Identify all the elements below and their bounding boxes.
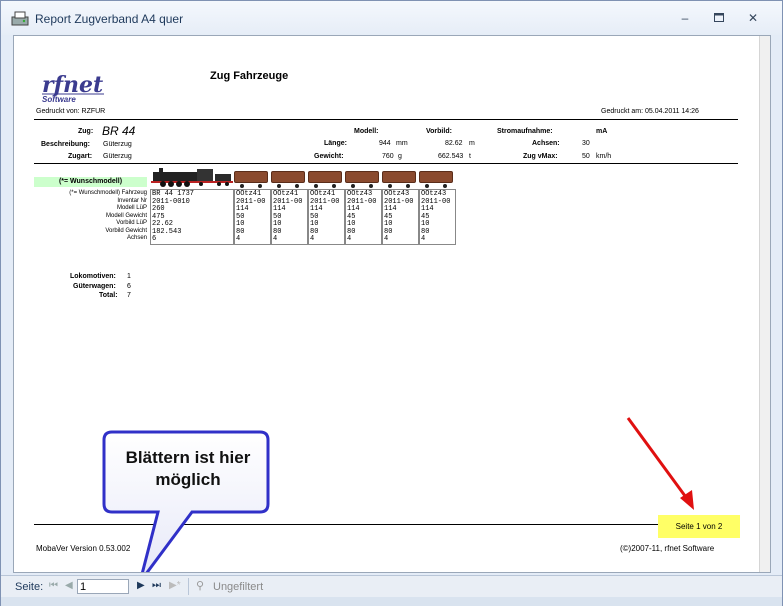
header-divider bbox=[34, 119, 738, 120]
freight-wagon-icon bbox=[234, 171, 268, 183]
wagon-wheel-icon bbox=[314, 184, 318, 188]
zugart-label: Zugart: bbox=[68, 153, 93, 160]
gewicht-modell: 760 bbox=[382, 153, 394, 160]
modell-label: Modell: bbox=[354, 128, 379, 135]
callout-text-line1: Blättern ist hier bbox=[125, 448, 251, 467]
wagon-wheel-icon bbox=[240, 184, 244, 188]
gueter-value: 6 bbox=[127, 283, 131, 290]
table-cell: 4 bbox=[236, 235, 241, 243]
table-cell: 4 bbox=[347, 235, 352, 243]
status-strip bbox=[1, 597, 782, 606]
page-input[interactable]: 1 bbox=[80, 581, 86, 593]
new-page-icon[interactable]: ▶* bbox=[169, 580, 181, 591]
gewicht-vorbild: 662.543 bbox=[438, 153, 464, 160]
wagon-wheel-icon bbox=[277, 184, 281, 188]
table-cell: 4 bbox=[273, 235, 278, 243]
table-cell: 4 bbox=[384, 235, 389, 243]
zug-label: Zug: bbox=[78, 128, 94, 135]
wagon-wheel-icon bbox=[406, 184, 410, 188]
prev-page-icon[interactable]: ◀ bbox=[65, 580, 73, 591]
vmax-label: Zug vMax: bbox=[523, 153, 558, 160]
beschreibung-value: Güterzug bbox=[103, 141, 132, 148]
row-label: Vorbild LüP bbox=[116, 220, 147, 226]
svg-text:Software: Software bbox=[42, 95, 76, 104]
wagon-wheel-icon bbox=[425, 184, 429, 188]
locomotive-icon bbox=[151, 168, 233, 187]
wunsch-banner: (*= Wunschmodell) bbox=[34, 177, 147, 187]
row-label: Inventar Nr bbox=[117, 197, 147, 204]
gueter-label: Güterwagen: bbox=[73, 283, 116, 290]
table-cell: 6 bbox=[152, 235, 157, 243]
freight-wagon-icon bbox=[419, 171, 453, 183]
report-page: rfnet Software Zug Fahrzeuge Gedruckt vo… bbox=[14, 36, 759, 572]
seite-label: Seite: bbox=[15, 581, 44, 593]
vertical-scrollbar[interactable] bbox=[759, 36, 770, 572]
close-icon[interactable]: ✕ bbox=[741, 9, 765, 27]
laenge-modell-unit: mm bbox=[396, 140, 408, 147]
report-preview[interactable]: rfnet Software Zug Fahrzeuge Gedruckt vo… bbox=[13, 35, 771, 573]
freight-wagon-icon bbox=[345, 171, 379, 183]
lok-label: Lokomotiven: bbox=[70, 273, 116, 280]
rfnet-logo: rfnet Software bbox=[40, 70, 106, 104]
total-label: Total: bbox=[99, 292, 118, 299]
wagon-wheel-icon bbox=[295, 184, 299, 188]
table-cell: 4 bbox=[421, 235, 426, 243]
maximize-icon[interactable] bbox=[707, 9, 731, 27]
vorbild-label: Vorbild: bbox=[426, 128, 452, 135]
zug-value: BR 44 bbox=[102, 124, 136, 138]
printed-by: Gedruckt von: RZFUR bbox=[36, 108, 106, 115]
freight-wagon-icon bbox=[308, 171, 342, 183]
row-label: Modell LüP bbox=[116, 205, 147, 211]
laenge-modell: 944 bbox=[379, 140, 391, 147]
window-title: Report Zugverband A4 quer bbox=[35, 12, 184, 26]
wagon-wheel-icon bbox=[332, 184, 336, 188]
wagon-wheel-icon bbox=[351, 184, 355, 188]
copyright-text: (©)2007-11, rfnet Software bbox=[620, 544, 715, 553]
laenge-label: Länge: bbox=[324, 140, 347, 147]
printed-at: Gedruckt am: 05.04.2011 14:26 bbox=[601, 108, 699, 115]
row-label: Achsen bbox=[126, 235, 147, 241]
laenge-vorbild-unit: m bbox=[469, 140, 475, 147]
table-cell: 4 bbox=[310, 235, 315, 243]
laenge-vorbild: 82.62 bbox=[445, 140, 463, 147]
report-app-icon bbox=[11, 11, 29, 26]
last-page-icon[interactable]: ⏭ bbox=[152, 580, 161, 591]
wagon-wheel-icon bbox=[443, 184, 447, 188]
wagon-wheel-icon bbox=[369, 184, 373, 188]
lok-value: 1 bbox=[127, 273, 131, 280]
total-value: 7 bbox=[127, 292, 131, 299]
first-page-icon[interactable]: ⏮ bbox=[49, 580, 58, 591]
achsen-label: Achsen: bbox=[532, 140, 560, 147]
report-window: Report Zugverband A4 quer – ✕ rfnet Soft… bbox=[0, 0, 783, 606]
row-label: Vorbild Gewicht bbox=[105, 227, 147, 234]
filter-icon[interactable]: ⚲ bbox=[196, 579, 204, 592]
achsen-value: 30 bbox=[582, 140, 590, 147]
wagon-wheel-icon bbox=[388, 184, 392, 188]
callout-text-line2: möglich bbox=[155, 470, 221, 489]
table-cell: 182.543 bbox=[152, 227, 182, 236]
wagon-wheel-icon bbox=[258, 184, 262, 188]
row-label: (*= Wunschmodell) Fahrzeug bbox=[69, 190, 147, 196]
gewicht-unit: g bbox=[398, 153, 402, 160]
info-divider bbox=[34, 163, 738, 164]
strom-unit: mA bbox=[596, 128, 608, 135]
report-title: Zug Fahrzeuge bbox=[210, 70, 289, 82]
gewicht-label: Gewicht: bbox=[314, 153, 344, 160]
red-arrow-icon bbox=[626, 417, 694, 510]
beschreibung-label: Beschreibung: bbox=[41, 141, 91, 148]
minimize-icon[interactable]: – bbox=[673, 9, 697, 27]
freight-wagon-icon bbox=[382, 171, 416, 183]
row-label: Modell Gewicht bbox=[105, 212, 147, 219]
record-navigation-bar: Seite: ⏮ ◀ 1 ▶ ⏭ ▶* ⚲ Ungefiltert bbox=[1, 575, 782, 597]
freight-wagon-icon bbox=[271, 171, 305, 183]
strom-label: Stromaufnahme: bbox=[497, 128, 553, 135]
vmax-unit: km/h bbox=[596, 153, 612, 160]
page-indicator: Seite 1 von 2 bbox=[658, 515, 740, 538]
vmax-value: 50 bbox=[582, 153, 590, 160]
zugart-value: Güterzug bbox=[103, 153, 132, 160]
title-bar[interactable]: Report Zugverband A4 quer – ✕ bbox=[1, 1, 782, 35]
gewicht-vorbild-unit: t bbox=[469, 153, 471, 160]
next-page-icon[interactable]: ▶ bbox=[137, 580, 145, 591]
filter-status[interactable]: Ungefiltert bbox=[213, 581, 263, 593]
